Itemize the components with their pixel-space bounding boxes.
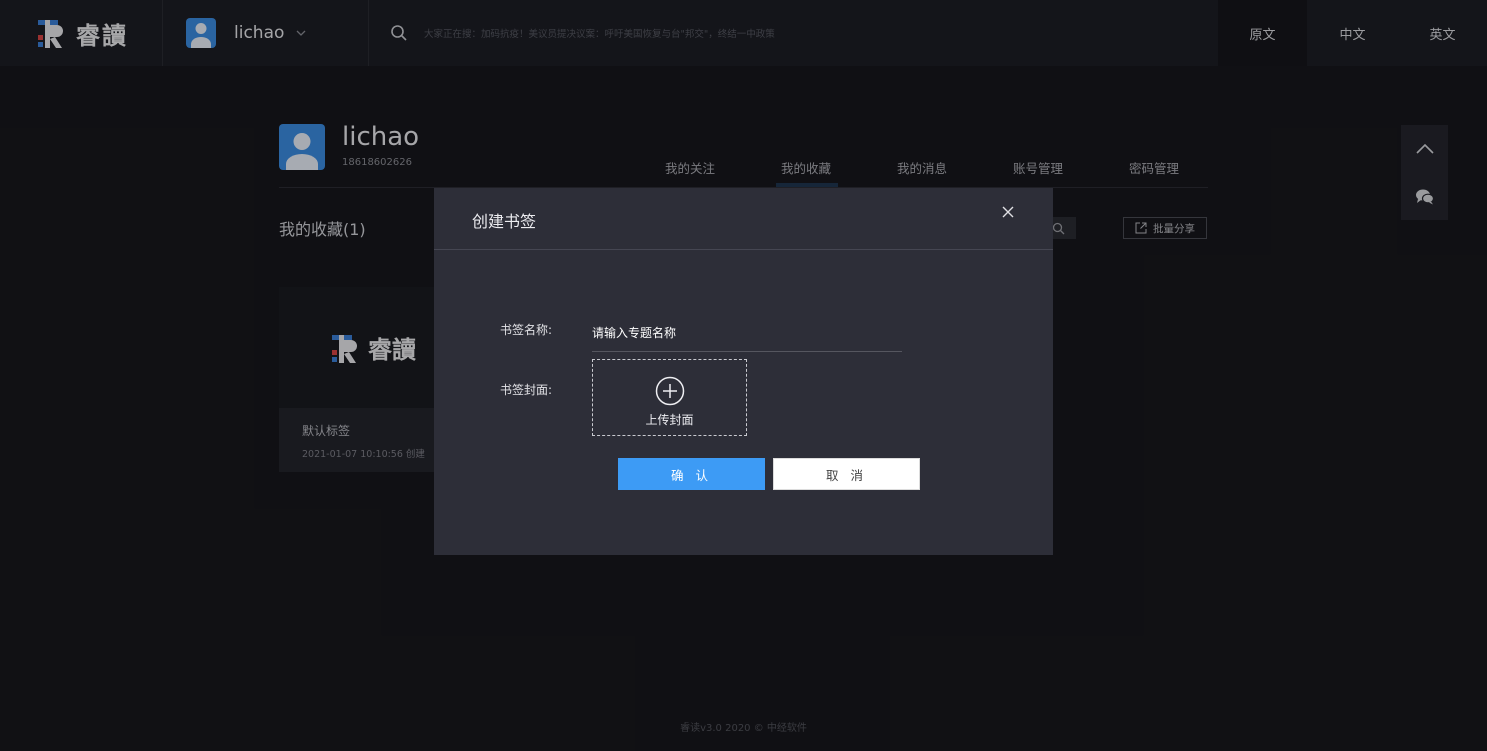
create-bookmark-dialog: 创建书签 书签名称: 书签封面: 上传封面 确 认 取 消 xyxy=(434,188,1053,555)
plus-circle-icon xyxy=(655,376,685,406)
confirm-button[interactable]: 确 认 xyxy=(618,458,765,490)
dialog-title: 创建书签 xyxy=(472,212,537,231)
bookmark-cover-label: 书签封面: xyxy=(500,383,553,397)
dialog-divider xyxy=(434,249,1053,250)
upload-cover-label: 上传封面 xyxy=(645,413,694,427)
cancel-button[interactable]: 取 消 xyxy=(773,458,920,490)
close-icon xyxy=(1002,206,1014,218)
bookmark-name-input[interactable] xyxy=(592,314,902,352)
close-button[interactable] xyxy=(996,200,1020,224)
bookmark-name-label: 书签名称: xyxy=(500,323,553,337)
upload-cover-button[interactable]: 上传封面 xyxy=(592,359,747,436)
